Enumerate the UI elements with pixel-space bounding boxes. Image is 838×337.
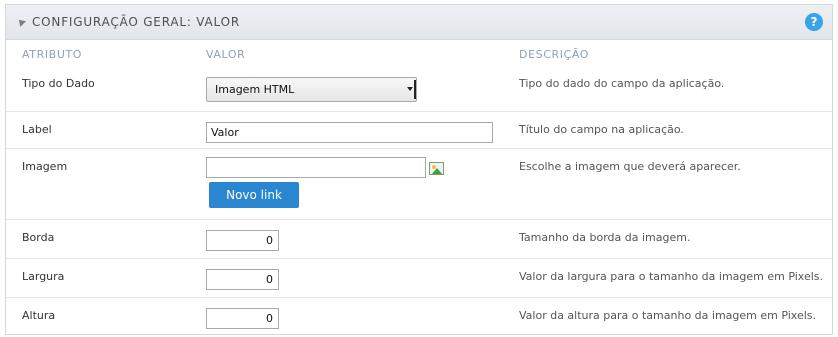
height-input[interactable]: 0 [206,308,279,329]
attribute-label: Borda [22,231,55,244]
row-imagem: Imagem Novo link Escolhe a imagem que de… [6,148,832,219]
collapse-triangle-icon[interactable] [16,17,26,27]
attribute-label: Largura [22,270,65,283]
label-input[interactable]: Valor [206,122,493,143]
column-headers: ATRIBUTO VALOR DESCRIÇÃO [6,41,832,66]
attribute-label: Label [22,123,52,136]
row-borda: Borda 0 Tamanho da borda da imagem. [6,219,832,258]
border-input[interactable]: 0 [206,230,279,251]
description-text: Título do campo na aplicação. [519,123,684,136]
row-largura: Largura 0 Valor da largura para o tamanh… [6,258,832,297]
description-text: Valor da altura para o tamanho da imagem… [519,309,817,322]
data-type-select[interactable]: Imagem HTML [206,77,417,102]
description-text: Valor da largura para o tamanho da image… [519,270,824,283]
config-panel: CONFIGURAÇÃO GERAL: VALOR ? ATRIBUTO VAL… [5,4,833,335]
description-text: Tipo do dado do campo da aplicação. [519,77,725,90]
row-tipo-dado: Tipo do Dado Imagem HTML Tipo do dado do… [6,66,832,112]
new-link-button[interactable]: Novo link [209,182,299,208]
attribute-label: Tipo do Dado [22,77,95,90]
width-input[interactable]: 0 [206,269,279,290]
column-header-value: VALOR [206,48,246,61]
attribute-label: Altura [22,309,56,322]
column-header-attribute: ATRIBUTO [22,48,83,61]
panel-header[interactable]: CONFIGURAÇÃO GERAL: VALOR ? [6,5,832,40]
dropdown-arrow-icon [407,80,416,99]
row-label: Label Valor Título do campo na aplicação… [6,111,832,149]
row-altura: Altura 0 Valor da altura para o tamanho … [6,297,832,335]
panel-title: CONFIGURAÇÃO GERAL: VALOR [32,15,240,29]
mountain-shape [431,168,443,174]
description-text: Tamanho da borda da imagem. [519,231,691,244]
image-picker-icon[interactable] [429,162,444,175]
help-icon[interactable]: ? [805,13,823,31]
column-header-description: DESCRIÇÃO [519,48,590,61]
attribute-label: Imagem [22,160,68,173]
image-input[interactable] [206,157,426,178]
description-text: Escolhe a imagem que deverá aparecer. [519,160,741,173]
select-value: Imagem HTML [215,83,295,96]
